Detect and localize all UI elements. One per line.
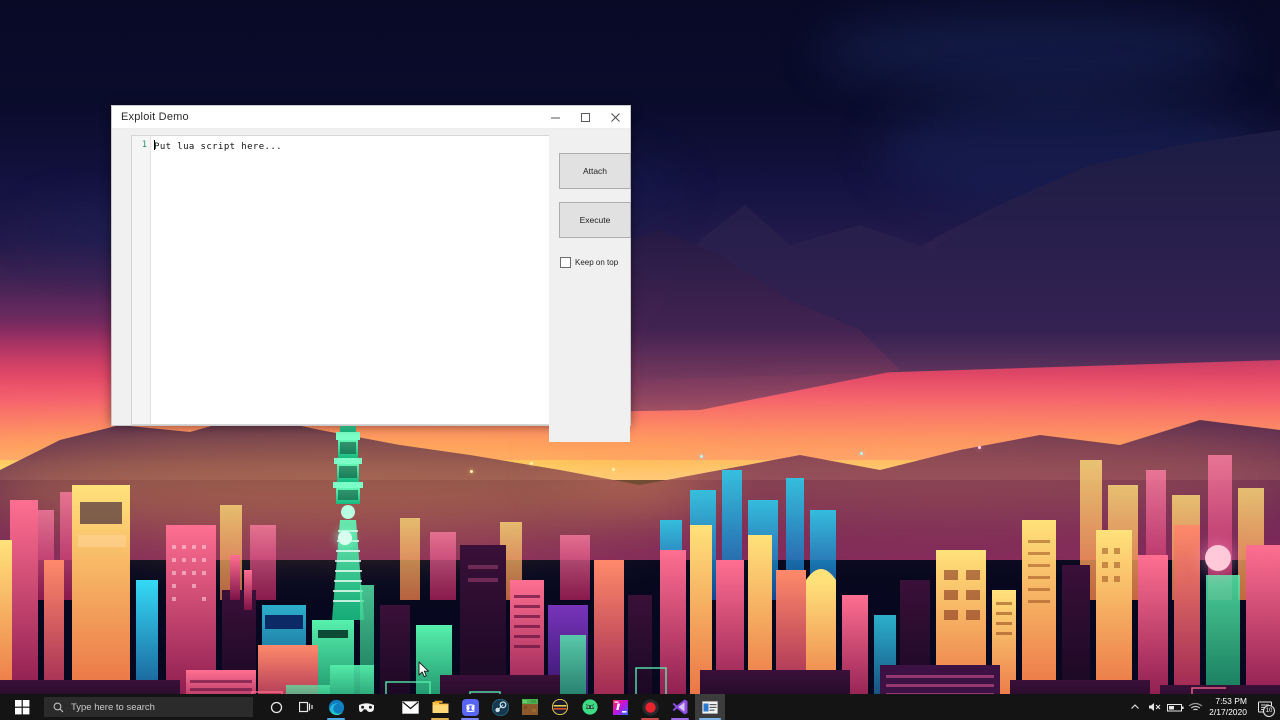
show-hidden-icons-chevron-icon[interactable] — [1125, 694, 1145, 720]
attach-button[interactable]: Attach — [559, 153, 631, 189]
dome-light — [338, 531, 352, 545]
city-light — [530, 462, 533, 465]
minecraft-icon[interactable] — [515, 694, 545, 720]
notification-center-icon[interactable]: 10 — [1254, 694, 1276, 720]
city-light — [860, 452, 863, 455]
script-editor[interactable]: 1 Put lua script here... — [131, 135, 550, 425]
code-area[interactable]: Put lua script here... — [151, 136, 549, 424]
start-button-icon[interactable] — [0, 694, 44, 720]
task-view-icon[interactable] — [291, 694, 321, 720]
window-body: 1 Put lua script here... Attach Execute … — [112, 129, 631, 442]
execute-button[interactable]: Execute — [559, 202, 631, 238]
keep-on-top-row[interactable]: Keep on top — [560, 257, 618, 268]
battery-icon[interactable] — [1165, 694, 1185, 720]
vscode-icon[interactable] — [665, 694, 695, 720]
close-icon[interactable] — [600, 106, 630, 128]
clock[interactable]: 7:53 PM 2/17/2020 — [1205, 694, 1254, 720]
city-light — [700, 455, 703, 458]
side-control-panel: Attach Execute Keep on top — [549, 129, 631, 442]
network-wifi-icon[interactable] — [1185, 694, 1205, 720]
maximize-icon[interactable] — [570, 106, 600, 128]
steam-icon[interactable] — [485, 694, 515, 720]
clock-time: 7:53 PM — [1215, 696, 1247, 706]
search-icon — [53, 702, 64, 712]
keep-on-top-checkbox[interactable] — [560, 257, 571, 268]
exploit-demo-window[interactable]: Exploit Demo 1 Put lua script here... At… — [111, 105, 631, 442]
obs-icon[interactable] — [635, 694, 665, 720]
city-skyline-front — [0, 485, 1280, 720]
city-light — [978, 446, 981, 449]
code-line: Put lua script here... — [154, 140, 549, 153]
file-explorer-icon[interactable] — [425, 694, 455, 720]
mouse-pointer — [418, 661, 430, 679]
intellij-icon[interactable] — [605, 694, 635, 720]
exploit-demo-icon[interactable] — [695, 694, 725, 720]
dark-circle-icon[interactable] — [545, 694, 575, 720]
search-placeholder-text: Type here to search — [71, 701, 155, 713]
search-input[interactable]: Type here to search — [44, 697, 253, 717]
mail-icon[interactable] — [395, 694, 425, 720]
mixed-reality-icon[interactable] — [351, 694, 381, 720]
edge-icon[interactable] — [321, 694, 351, 720]
android-studio-icon[interactable] — [575, 694, 605, 720]
system-tray: 7:53 PM 2/17/2020 10 — [1125, 694, 1280, 720]
discord-icon[interactable] — [455, 694, 485, 720]
city-light — [612, 468, 615, 471]
line-number-gutter: 1 — [132, 136, 151, 424]
minimize-icon[interactable] — [540, 106, 570, 128]
city-light — [470, 470, 473, 473]
code-text: Put lua script here... — [154, 142, 283, 152]
window-titlebar[interactable]: Exploit Demo — [112, 106, 630, 129]
windows-taskbar[interactable]: Type here to search 7:53 PM 2/17/2020 10 — [0, 694, 1280, 720]
clock-date: 2/17/2020 — [1209, 707, 1247, 717]
window-title: Exploit Demo — [121, 111, 189, 123]
moon — [1205, 545, 1231, 571]
window-controls — [540, 106, 630, 128]
keep-on-top-label: Keep on top — [575, 258, 619, 267]
line-number: 1 — [141, 140, 147, 150]
cortana-icon[interactable] — [261, 694, 291, 720]
notification-count-badge: 10 — [1263, 705, 1275, 717]
volume-muted-icon[interactable] — [1145, 694, 1165, 720]
